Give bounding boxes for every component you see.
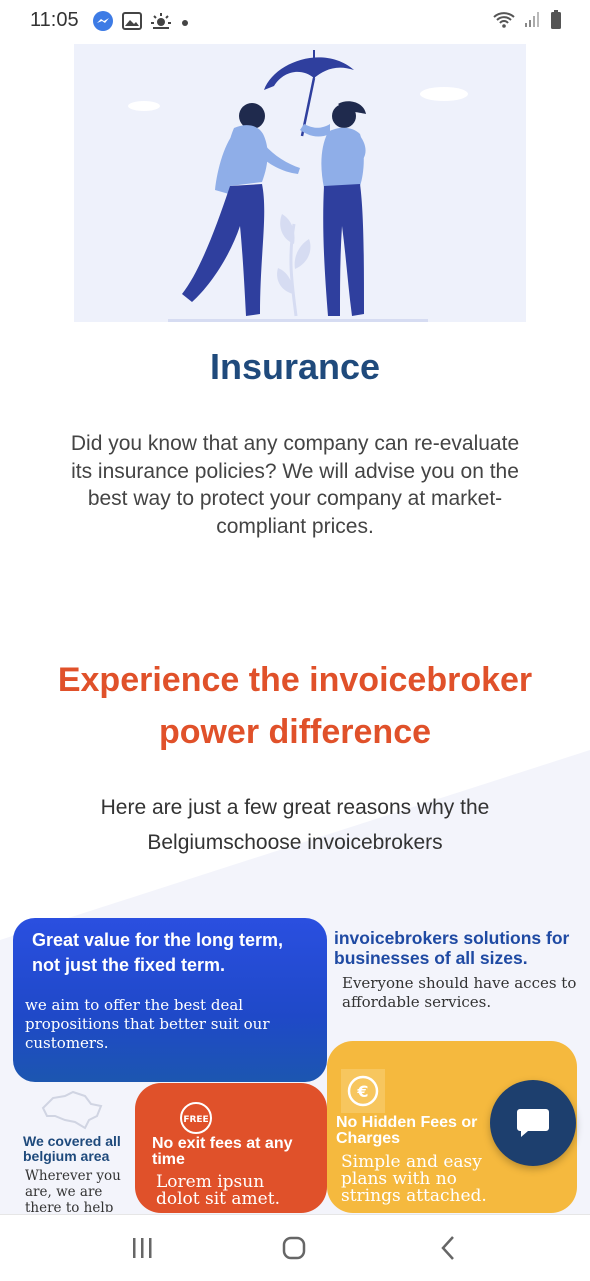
chat-button[interactable] xyxy=(490,1080,576,1166)
wifi-icon xyxy=(492,11,516,34)
card-long-term-title: Great value for the long term, not just … xyxy=(32,930,284,975)
card-exit-fees: FREE No exit fees at any time Lorem ipsu… xyxy=(135,1083,327,1213)
signal-icon xyxy=(524,11,542,34)
back-button[interactable] xyxy=(426,1233,470,1263)
umbrella-people-illustration xyxy=(74,44,526,322)
card-exit-fees-text: Lorem ipsun dolot sit amet. xyxy=(156,1172,280,1209)
experience-title: Experience the invoicebroker power diffe… xyxy=(0,654,590,758)
card-belgium-text: Wherever you are, we are there to help y… xyxy=(25,1168,121,1212)
insurance-description: Did you know that any company can re-eva… xyxy=(70,432,520,538)
euro-icon-label: € xyxy=(356,1082,368,1101)
reasons-subtitle: Here are just a few great reasons why th… xyxy=(40,790,550,860)
messenger-icon xyxy=(92,10,114,37)
recent-apps-icon xyxy=(133,1238,152,1258)
experience-title-line1: Experience the invoicebroker xyxy=(57,661,533,699)
card-hidden-fees-text: Simple and easy plans with no strings at… xyxy=(341,1152,487,1206)
battery-icon xyxy=(550,10,562,35)
reasons-subtitle-line1: Here are just a few great reasons why th… xyxy=(100,796,490,819)
status-time: 11:05 xyxy=(30,9,79,31)
euro-icon: € xyxy=(341,1069,385,1118)
card-long-term-text: we aim to offer the best deal propositio… xyxy=(25,996,270,1052)
card-exit-fees-title: No exit fees at any time xyxy=(152,1135,293,1168)
status-bar: 11:05 xyxy=(0,0,590,44)
reasons-subtitle-line2: Belgiumschoose invoicebrokers xyxy=(147,831,443,854)
navigation-bar xyxy=(0,1214,590,1281)
belgium-map-icon xyxy=(39,1090,105,1135)
image-icon xyxy=(122,12,142,35)
card-belgium-coverage: We covered all belgium area Wherever you… xyxy=(23,1090,135,1212)
chat-icon xyxy=(516,1107,550,1144)
weather-icon xyxy=(150,12,172,35)
insurance-title: Insurance xyxy=(209,346,381,387)
recent-apps-button[interactable] xyxy=(120,1233,164,1263)
hero-illustration xyxy=(74,44,526,322)
back-icon xyxy=(441,1236,454,1260)
card-long-term: Great value for the long term, not just … xyxy=(13,918,327,1082)
card-solutions-text: Everyone should have acces to affordable… xyxy=(342,974,577,1011)
card-solutions-title: invoicebrokers solutions for businesses … xyxy=(334,928,570,968)
home-button[interactable] xyxy=(272,1233,316,1263)
experience-title-line2: power difference xyxy=(158,713,432,751)
free-badge-label: FREE xyxy=(183,1115,208,1125)
card-hidden-fees-title: No Hidden Fees or Charges xyxy=(336,1114,478,1147)
card-solutions: invoicebrokers solutions for businesses … xyxy=(334,928,584,1012)
dot-icon xyxy=(180,15,190,33)
home-icon xyxy=(282,1236,306,1260)
card-belgium-title: We covered all belgium area xyxy=(23,1133,121,1164)
